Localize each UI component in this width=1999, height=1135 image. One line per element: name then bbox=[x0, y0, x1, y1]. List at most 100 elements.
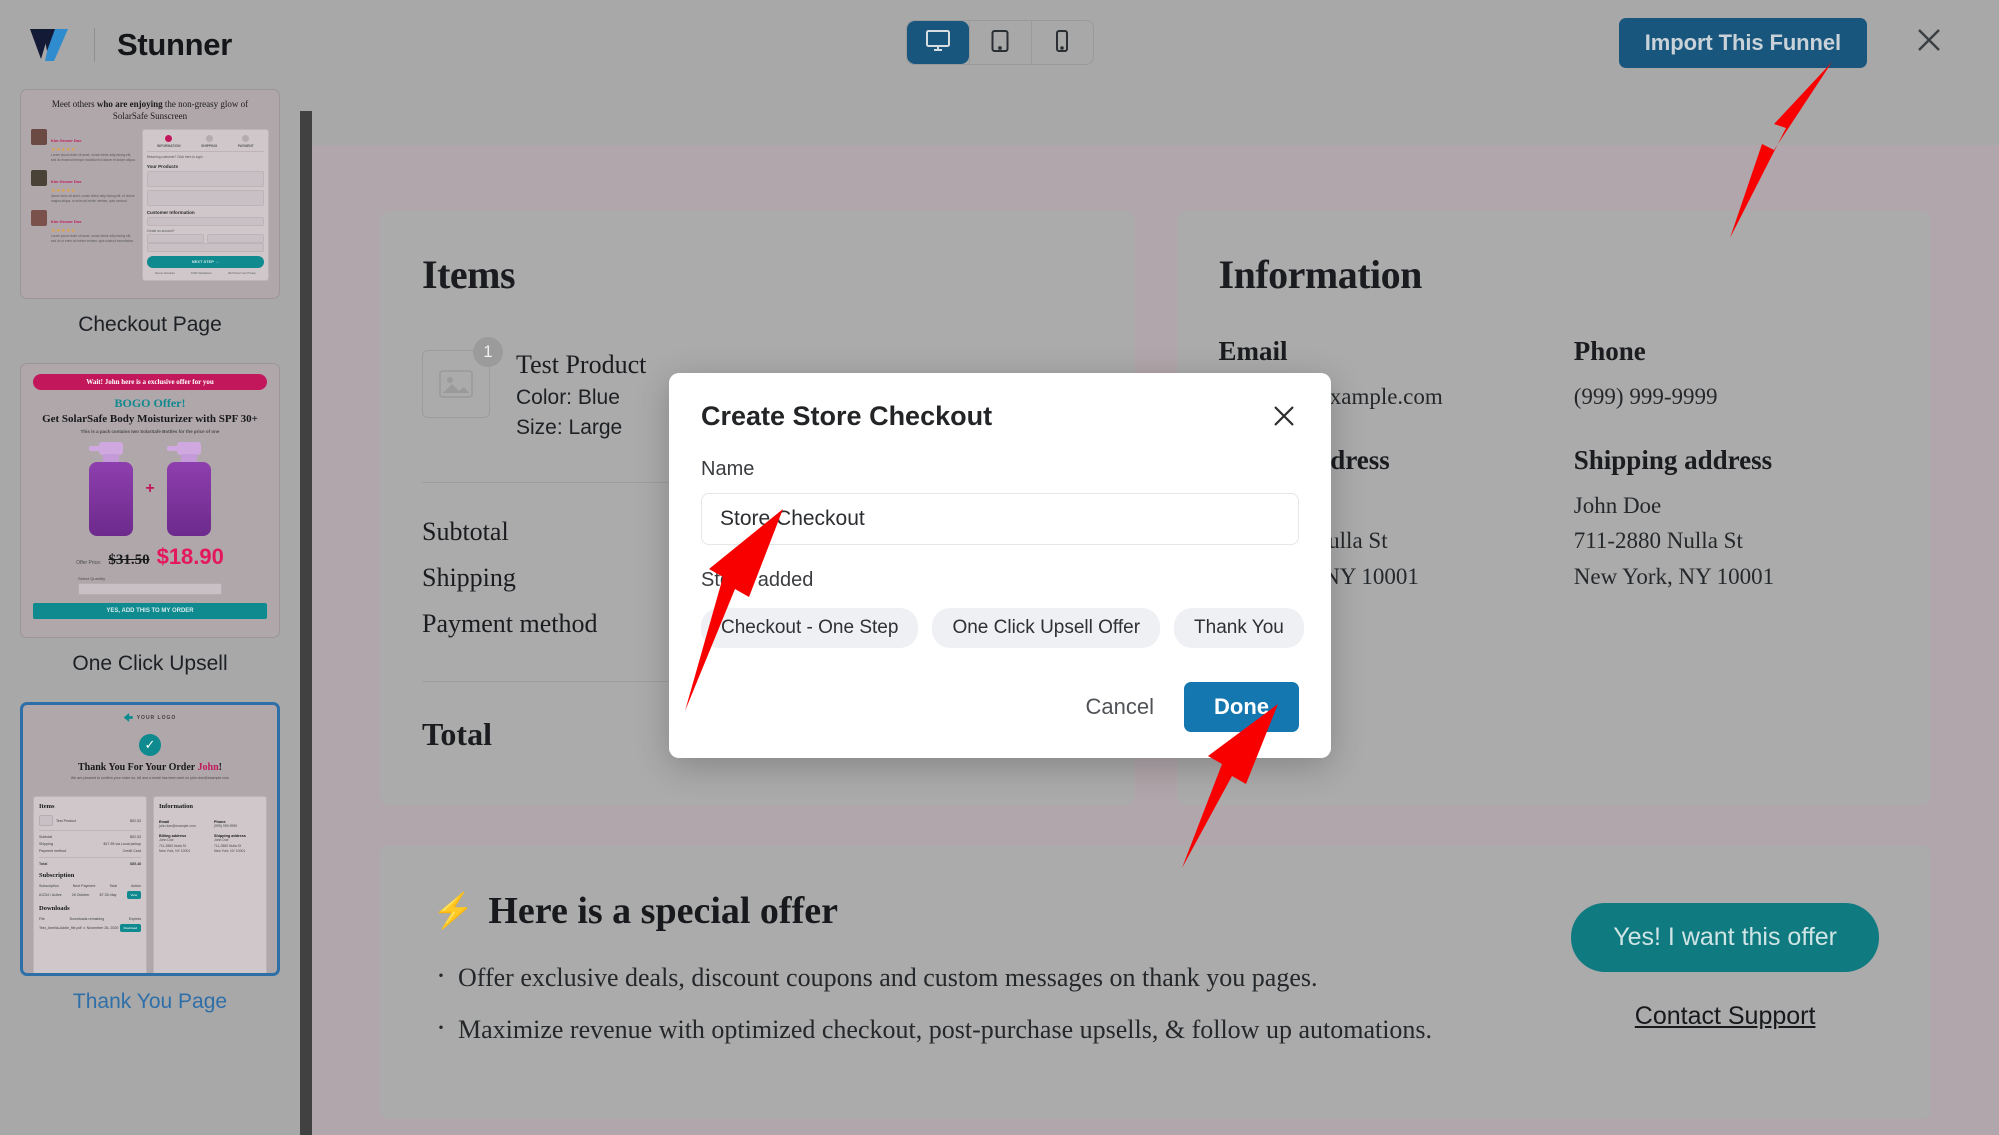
mobile-icon bbox=[1054, 29, 1070, 56]
thumb-reviews: Kim Grover Doe ★★★★★ Lorem ipsum dolor s… bbox=[31, 129, 136, 281]
offer-price-label: Offer Price: bbox=[76, 560, 102, 566]
logo-text: YOUR LOGO bbox=[136, 714, 177, 721]
phone-value: (999) 999-9999 bbox=[1573, 384, 1718, 409]
thumb-tab: SHIPPING bbox=[201, 144, 218, 149]
upsell-banner: Wait! John here is a exclusive offer for… bbox=[33, 374, 267, 390]
view-button: View bbox=[126, 891, 141, 899]
device-preview-toggle[interactable] bbox=[905, 20, 1094, 65]
cancel-button[interactable]: Cancel bbox=[1086, 694, 1154, 720]
close-icon bbox=[1269, 406, 1299, 435]
upsell-heading: Get SolarSafe Body Moisturizer with SPF … bbox=[42, 413, 258, 425]
review-name: Kim Grover Doe bbox=[51, 178, 82, 184]
shipping-name: John Doe bbox=[1573, 492, 1662, 518]
trust-badge: We Protect Your Privacy bbox=[227, 271, 256, 275]
desktop-view-button[interactable] bbox=[906, 21, 969, 64]
items-heading: Items bbox=[39, 803, 55, 810]
brand-divider bbox=[94, 27, 95, 62]
import-funnel-button[interactable]: Import This Funnel bbox=[1618, 18, 1867, 68]
phone-label: Phone bbox=[1573, 336, 1646, 366]
product-image-placeholder: 1 bbox=[422, 337, 503, 418]
product-size: Size: Large bbox=[516, 416, 623, 439]
lightning-bolt-icon: ⚡ bbox=[432, 893, 475, 930]
headline-pre: Meet others bbox=[51, 99, 97, 109]
sidebar-step-thank-you-page[interactable]: YOUR LOGO ✓ Thank You For Your Order Joh… bbox=[0, 702, 300, 1014]
thumb-items-card: Items Test Product $52.53 Subtotal $52.53… bbox=[33, 796, 147, 973]
information-title: Information bbox=[1218, 252, 1423, 297]
thumb-email-field bbox=[146, 217, 264, 227]
plus-icon: + bbox=[145, 480, 155, 497]
step-dot-icon bbox=[165, 135, 173, 143]
step-thumbnail-preview[interactable]: YOUR LOGO ✓ Thank You For Your Order Joh… bbox=[20, 702, 280, 976]
sidebar-step-label: Checkout Page bbox=[78, 313, 222, 336]
col-header: File bbox=[39, 917, 45, 921]
chip-one-click-upsell-offer[interactable]: One Click Upsell Offer bbox=[932, 608, 1161, 648]
review-name: Kim Grover Doe bbox=[51, 219, 82, 225]
quantity-select bbox=[78, 583, 222, 595]
tablet-view-button[interactable] bbox=[968, 21, 1031, 64]
app-title: Stunner bbox=[117, 26, 233, 62]
step-thumbnail-preview[interactable]: Wait! John here is a exclusive offer for… bbox=[20, 363, 280, 638]
create-store-checkout-modal: Create Store Checkout Name Steps added C… bbox=[669, 373, 1331, 758]
bogo-title: BOGO Offer! bbox=[114, 396, 186, 410]
total-label: Total bbox=[39, 862, 48, 866]
products-heading: Your Products bbox=[146, 164, 179, 170]
contact-support-link[interactable]: Contact Support bbox=[1571, 1002, 1879, 1031]
thumb-firstname-field bbox=[146, 233, 204, 243]
thanks-name: John bbox=[197, 762, 219, 773]
email-value: john.doe@example.com bbox=[159, 824, 196, 828]
product-color: Color: Blue bbox=[516, 386, 620, 409]
close-icon bbox=[1915, 26, 1943, 59]
success-check-icon: ✓ bbox=[139, 734, 161, 756]
avatar bbox=[31, 210, 47, 227]
review-text: Ipsum dolor sit amet, conse ctetur adip … bbox=[51, 193, 135, 203]
app-header: Stunner Import This Funnel bbox=[0, 0, 1999, 89]
shipping-value: John Doe 711-2880 Nulla St New York, NY … bbox=[214, 838, 246, 854]
accept-offer-button[interactable]: Yes! I want this offer bbox=[1571, 903, 1879, 972]
cell: Test_Amelia-Addie_file.pdf bbox=[39, 926, 82, 930]
email-label: Email bbox=[1218, 336, 1288, 366]
sidebar-step-one-click-upsell[interactable]: Wait! John here is a exclusive offer for… bbox=[0, 363, 300, 676]
thumb-product-row bbox=[146, 190, 264, 207]
mobile-view-button[interactable] bbox=[1030, 21, 1093, 64]
row-value: Credit Card bbox=[122, 849, 141, 853]
product-name: Test Product bbox=[56, 818, 76, 823]
special-offer-card: ⚡ Here is a special offer Offer exclusiv… bbox=[380, 845, 1931, 1119]
sidebar-scrollbar[interactable] bbox=[300, 89, 312, 1135]
thumb-information-card: Information Email john.doe@example.com B… bbox=[153, 796, 267, 973]
step-dot-icon bbox=[242, 135, 250, 143]
avatar bbox=[31, 129, 47, 146]
sidebar-step-checkout-page[interactable]: Meet others who are enjoying the non-gre… bbox=[0, 89, 300, 337]
product-name: Test Product bbox=[516, 350, 647, 379]
headline-bold: who are enjoying bbox=[96, 99, 163, 109]
modal-close-button[interactable] bbox=[1269, 401, 1299, 431]
name-input[interactable] bbox=[701, 493, 1299, 545]
trust-badge: 100% Satisfaction bbox=[190, 271, 212, 275]
cell: ∞ bbox=[82, 926, 86, 930]
chip-thank-you[interactable]: Thank You bbox=[1174, 608, 1304, 648]
avatar bbox=[31, 169, 47, 186]
offer-bullet: Maximize revenue with optimized checkout… bbox=[432, 1011, 1432, 1045]
done-button[interactable]: Done bbox=[1184, 682, 1299, 732]
thumb-phone-field bbox=[146, 242, 264, 252]
funnel-steps-sidebar[interactable]: Meet others who are enjoying the non-gre… bbox=[0, 89, 300, 1135]
scrollbar-thumb[interactable] bbox=[300, 111, 312, 1135]
customer-info-heading: Customer Information bbox=[146, 210, 195, 216]
name-field-label: Name bbox=[701, 458, 755, 480]
close-button[interactable] bbox=[1907, 20, 1951, 64]
shipping-address-label: Shipping address bbox=[1573, 444, 1773, 475]
step-thumbnail-preview[interactable]: Meet others who are enjoying the non-gre… bbox=[20, 89, 280, 299]
row-value: $17.95 via Local pickup bbox=[103, 842, 141, 846]
row-label: Subtotal bbox=[39, 835, 53, 839]
download-button: Download bbox=[119, 924, 141, 932]
cell: #1234 / Active bbox=[39, 893, 62, 897]
quantity-badge: 1 bbox=[473, 337, 503, 367]
shipping-city: New York, NY 10001 bbox=[1573, 563, 1775, 589]
row-value: $52.53 bbox=[130, 835, 141, 839]
chip-checkout-one-step[interactable]: Checkout - One Step bbox=[701, 608, 919, 648]
new-price: $18.90 bbox=[156, 544, 224, 569]
cell: November 26, 2020 bbox=[86, 926, 119, 930]
col-header: Next Payment bbox=[72, 884, 96, 888]
downloads-heading: Downloads bbox=[39, 905, 70, 912]
sidebar-step-label: One Click Upsell bbox=[72, 652, 228, 675]
sidebar-step-label: Thank You Page bbox=[72, 990, 228, 1013]
